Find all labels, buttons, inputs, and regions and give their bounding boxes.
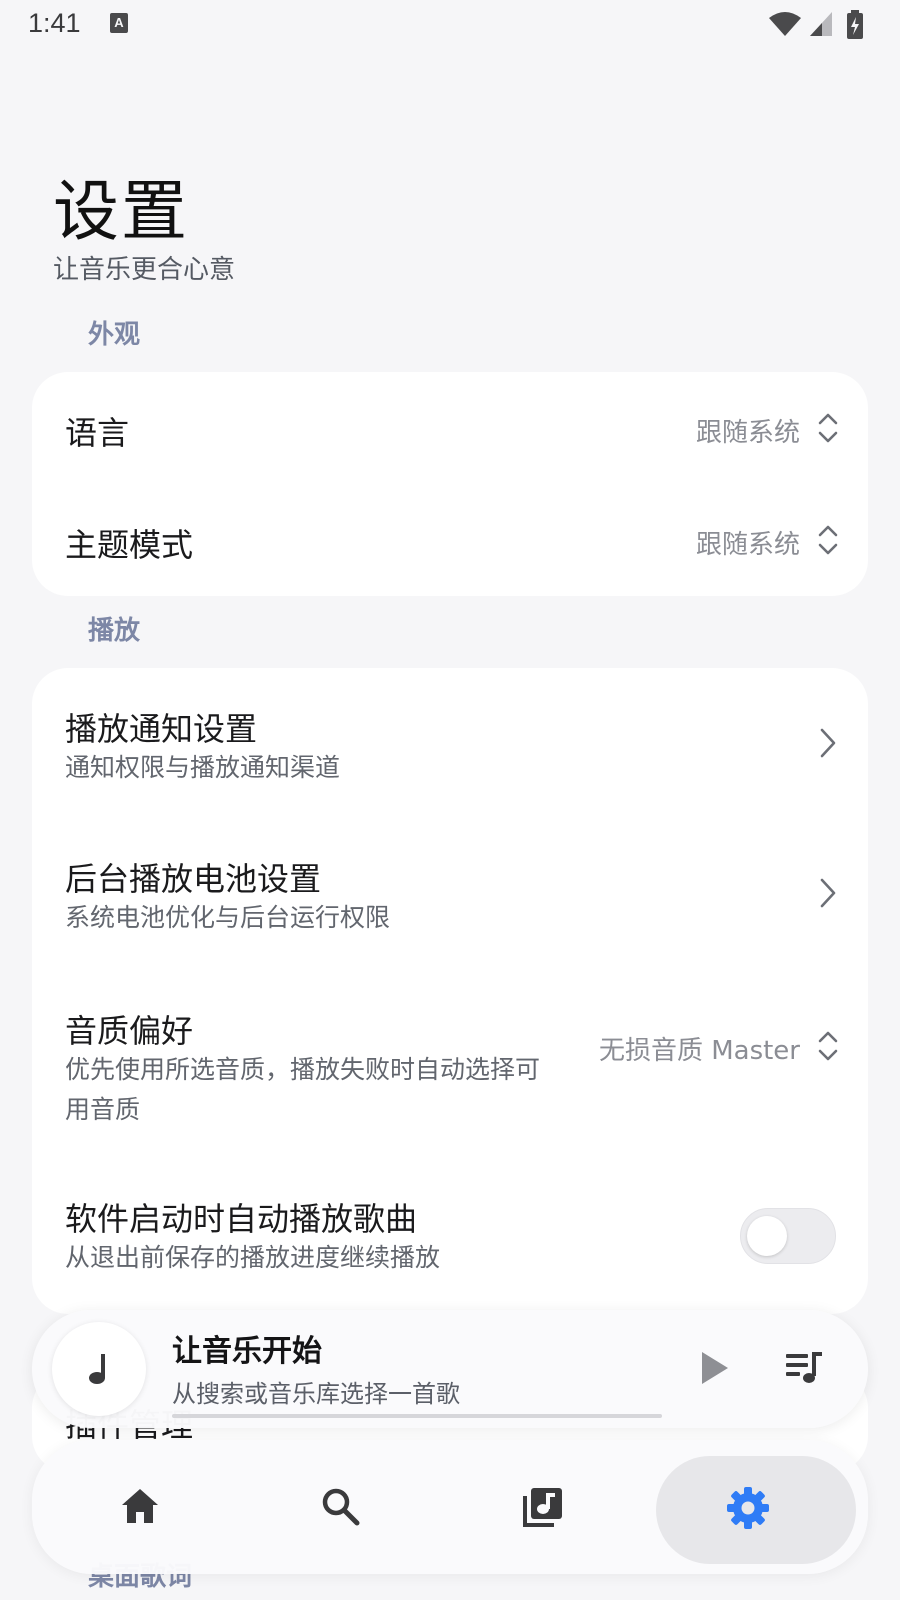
battery-icon — [847, 10, 863, 39]
nav-library[interactable] — [440, 1440, 640, 1574]
theme-title: 主题模式 — [65, 526, 194, 564]
quality-preference-value: 无损音质 Master — [598, 1036, 800, 1066]
section-label-playback: 播放 — [88, 616, 141, 646]
bottom-navigation — [32, 1440, 868, 1574]
nav-settings[interactable] — [646, 1440, 846, 1574]
autoplay-row: 软件启动时自动播放歌曲 从退出前保存的播放进度继续播放 — [32, 1160, 868, 1310]
notification-settings-subtitle: 通知权限与播放通知渠道 — [65, 753, 341, 782]
search-icon — [322, 1488, 360, 1526]
chevron-right-icon — [820, 878, 836, 908]
a-icon: A — [110, 13, 128, 33]
quality-preference-title: 音质偏好 — [65, 1012, 194, 1050]
nav-home[interactable] — [40, 1440, 240, 1574]
language-row[interactable]: 语言 跟随系统 — [32, 372, 868, 484]
battery-settings-row[interactable]: 后台播放电池设置 系统电池优化与后台运行权限 — [32, 818, 868, 970]
battery-settings-title: 后台播放电池设置 — [65, 860, 322, 898]
play-icon[interactable] — [694, 1348, 734, 1388]
chevron-right-icon — [820, 728, 836, 758]
mini-player[interactable]: 让音乐开始 从搜索或音乐库选择一首歌 — [32, 1310, 868, 1428]
quality-preference-row[interactable]: 音质偏好 优先使用所选音质，播放失败时自动选择可用音质 无损音质 Master — [32, 970, 868, 1160]
language-value: 跟随系统 — [695, 418, 800, 448]
queue-music-icon[interactable] — [784, 1350, 824, 1386]
library-music-icon — [523, 1488, 562, 1527]
autoplay-title: 软件启动时自动播放歌曲 — [65, 1200, 418, 1238]
notification-settings-title: 播放通知设置 — [65, 710, 258, 748]
section-label-appearance: 外观 — [88, 320, 141, 350]
nav-search[interactable] — [240, 1440, 440, 1574]
home-icon — [122, 1489, 158, 1523]
autoplay-toggle[interactable] — [740, 1208, 836, 1264]
music-note-icon — [89, 1354, 105, 1384]
status-time: 1:41 — [28, 8, 81, 38]
theme-value: 跟随系统 — [695, 530, 800, 560]
language-title: 语言 — [65, 414, 130, 452]
wifi-icon — [769, 12, 801, 36]
playback-card: 播放通知设置 通知权限与播放通知渠道 后台播放电池设置 系统电池优化与后台运行权… — [32, 668, 868, 1314]
settings-gear-icon — [727, 1487, 769, 1529]
notification-settings-row[interactable]: 播放通知设置 通知权限与播放通知渠道 — [32, 668, 868, 818]
player-progress-bar[interactable] — [172, 1414, 662, 1418]
updown-chevron-icon — [818, 413, 838, 443]
page-subtitle: 让音乐更合心意 — [53, 255, 236, 285]
album-art — [52, 1322, 146, 1416]
toggle-knob — [747, 1216, 787, 1256]
status-bar: 1:41 A — [0, 0, 900, 50]
battery-settings-subtitle: 系统电池优化与后台运行权限 — [65, 903, 391, 932]
quality-preference-subtitle: 优先使用所选音质，播放失败时自动选择可用音质 — [65, 1055, 541, 1124]
appearance-card: 语言 跟随系统 主题模式 跟随系统 — [32, 372, 868, 596]
page-title: 设置 — [53, 173, 189, 250]
autoplay-subtitle: 从退出前保存的播放进度继续播放 — [65, 1243, 441, 1272]
player-subtitle: 从搜索或音乐库选择一首歌 — [172, 1380, 460, 1408]
theme-row[interactable]: 主题模式 跟随系统 — [32, 484, 868, 596]
player-title: 让音乐开始 — [172, 1334, 322, 1369]
signal-icon — [810, 12, 832, 36]
updown-chevron-icon — [818, 525, 838, 555]
updown-chevron-icon — [818, 1031, 838, 1061]
